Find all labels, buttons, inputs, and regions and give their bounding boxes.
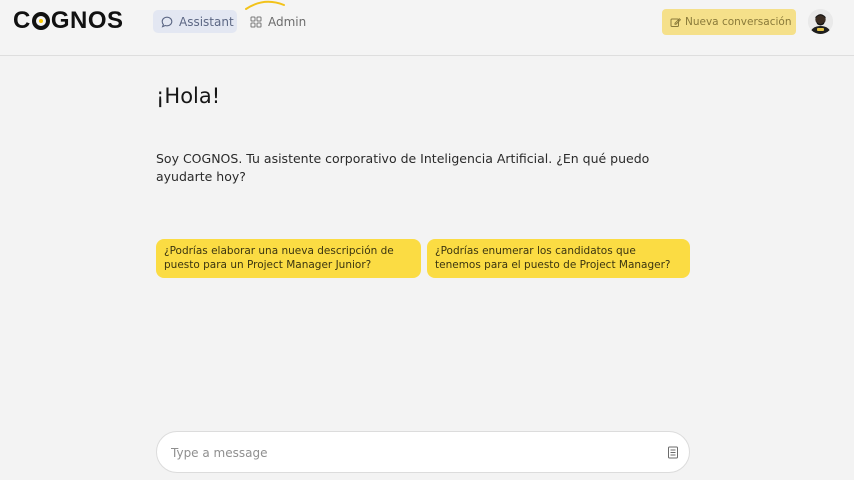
- edit-icon: [670, 17, 681, 27]
- document-icon[interactable]: [667, 446, 679, 459]
- greeting-heading: ¡Hola!: [156, 84, 221, 108]
- new-conversation-button[interactable]: Nueva conversación: [662, 9, 796, 35]
- user-avatar[interactable]: [808, 9, 833, 34]
- logo-o-mark: [31, 12, 50, 30]
- chat-bubble-icon: [161, 16, 173, 28]
- top-bar: C GNOS Assistant Admin Nueva conversación: [0, 0, 854, 56]
- grid-icon: [250, 16, 262, 27]
- intro-text: Soy COGNOS. Tu asistente corporativo de …: [156, 151, 650, 184]
- new-conversation-label: Nueva conversación: [685, 16, 792, 28]
- loading-arc-icon: [245, 0, 285, 10]
- message-input[interactable]: [169, 442, 653, 464]
- suggestion-card-job-description[interactable]: ¿Podrías elaborar una nueva descripción …: [156, 239, 421, 278]
- message-composer: [156, 431, 690, 473]
- logo-text-rest: GNOS: [50, 7, 124, 34]
- tab-admin[interactable]: Admin: [242, 10, 310, 33]
- tab-assistant[interactable]: Assistant: [153, 10, 237, 33]
- tab-admin-label: Admin: [268, 14, 307, 29]
- logo-text: C: [13, 7, 31, 34]
- tab-assistant-label: Assistant: [179, 14, 234, 29]
- user-photo-icon: [808, 9, 833, 34]
- suggestion-card-list-candidates[interactable]: ¿Podrías enumerar los candidatos que ten…: [427, 239, 690, 278]
- cognos-logo[interactable]: C GNOS: [13, 6, 124, 36]
